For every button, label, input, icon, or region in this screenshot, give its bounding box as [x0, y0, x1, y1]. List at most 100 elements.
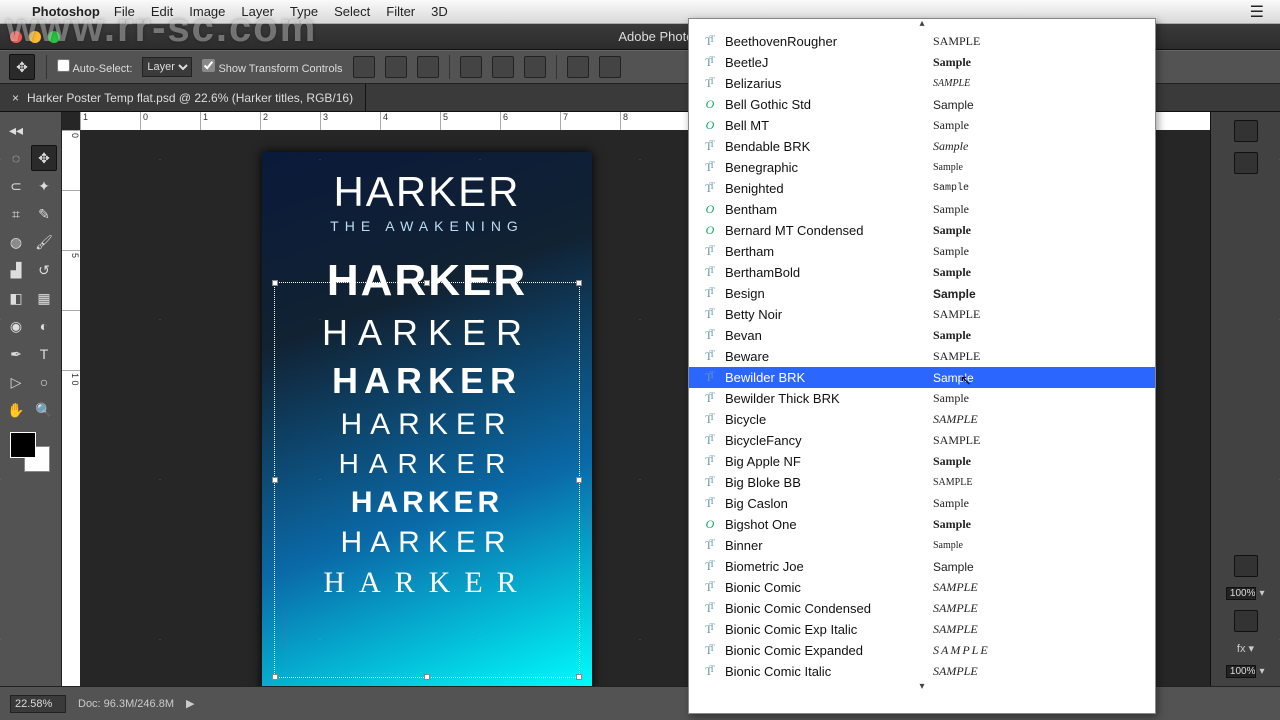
font-option[interactable]: BeetleJSample: [689, 52, 1155, 73]
brush-tool[interactable]: 🖌: [31, 229, 57, 255]
menu-icon[interactable]: ☰: [1250, 2, 1264, 22]
font-option[interactable]: BeethovenRougherSAMPLE: [689, 31, 1155, 52]
healing-brush-tool[interactable]: ◍: [3, 229, 29, 255]
font-family-dropdown[interactable]: ▴ BeethovenRougherSAMPLEBeetleJSampleBel…: [688, 18, 1156, 714]
font-option[interactable]: Bionic Comic CondensedSAMPLE: [689, 598, 1155, 619]
font-option[interactable]: Biometric JoeSample: [689, 556, 1155, 577]
align-btn[interactable]: [353, 56, 375, 78]
zoom-tool[interactable]: 🔍: [31, 397, 57, 423]
dodge-tool[interactable]: ◐: [31, 313, 57, 339]
font-option[interactable]: BesignSample: [689, 283, 1155, 304]
crop-tool[interactable]: ⌗: [3, 201, 29, 227]
menu-select[interactable]: Select: [334, 4, 370, 19]
menu-edit[interactable]: Edit: [151, 4, 173, 19]
fx-label[interactable]: fx ▾: [1237, 642, 1254, 655]
path-selection-tool[interactable]: ▷: [3, 369, 29, 395]
panel-icon[interactable]: [1234, 555, 1258, 577]
panel-icon[interactable]: [1234, 120, 1258, 142]
font-sample: SAMPLE: [933, 412, 1141, 427]
scroll-up-icon[interactable]: ▴: [689, 19, 1155, 31]
font-option[interactable]: BerthamBoldSample: [689, 262, 1155, 283]
history-brush-tool[interactable]: ↺: [31, 257, 57, 283]
truetype-icon: [703, 454, 717, 469]
font-option[interactable]: Bendable BRKSample: [689, 136, 1155, 157]
font-option[interactable]: Big CaslonSample: [689, 493, 1155, 514]
blur-tool[interactable]: ◉: [3, 313, 29, 339]
font-option[interactable]: Betty NoirSAMPLE: [689, 304, 1155, 325]
font-option[interactable]: Big Apple NFSample: [689, 451, 1155, 472]
app-name[interactable]: Photoshop: [32, 4, 100, 19]
font-option[interactable]: BicycleFancySAMPLE: [689, 430, 1155, 451]
status-arrow-icon[interactable]: ▶: [186, 697, 194, 710]
close-window-button[interactable]: [10, 31, 22, 43]
font-option[interactable]: OBenthamSample: [689, 199, 1155, 220]
toolbox-collapse-icon[interactable]: ◂◂: [3, 117, 29, 143]
magic-wand-tool[interactable]: ✦: [31, 173, 57, 199]
color-swatches[interactable]: [10, 432, 50, 472]
align-btn[interactable]: [460, 56, 482, 78]
move-tool[interactable]: ✥: [31, 145, 57, 171]
pen-tool[interactable]: ✒: [3, 341, 29, 367]
align-btn[interactable]: [492, 56, 514, 78]
lasso-tool[interactable]: ⊂: [3, 173, 29, 199]
font-option[interactable]: BevanSample: [689, 325, 1155, 346]
font-name: Bionic Comic Condensed: [725, 601, 925, 616]
eraser-tool[interactable]: ◧: [3, 285, 29, 311]
document-tab[interactable]: × Harker Poster Temp flat.psd @ 22.6% (H…: [0, 84, 366, 111]
marquee-tool[interactable]: ◌: [3, 145, 29, 171]
menu-image[interactable]: Image: [189, 4, 225, 19]
font-option[interactable]: OBigshot OneSample: [689, 514, 1155, 535]
align-btn[interactable]: [385, 56, 407, 78]
zoom-field[interactable]: 22.58%: [10, 695, 66, 713]
auto-select-checkbox[interactable]: Auto-Select:: [57, 59, 132, 75]
font-option[interactable]: BewareSAMPLE: [689, 346, 1155, 367]
menu-layer[interactable]: Layer: [241, 4, 274, 19]
minimize-window-button[interactable]: [29, 31, 41, 43]
font-option[interactable]: BicycleSAMPLE: [689, 409, 1155, 430]
distribute-btn[interactable]: [567, 56, 589, 78]
font-option[interactable]: BenightedSample: [689, 178, 1155, 199]
font-option[interactable]: OBell Gothic StdSample: [689, 94, 1155, 115]
font-option[interactable]: OBernard MT CondensedSample: [689, 220, 1155, 241]
font-option[interactable]: OBell MTSample: [689, 115, 1155, 136]
scroll-down-icon[interactable]: ▾: [689, 682, 1155, 694]
auto-select-dropdown[interactable]: Layer: [142, 57, 192, 77]
font-option[interactable]: Bewilder Thick BRKSample: [689, 388, 1155, 409]
font-option[interactable]: Bewilder BRKSample: [689, 367, 1155, 388]
transform-selection[interactable]: [274, 282, 580, 678]
font-option[interactable]: BenegraphicSample: [689, 157, 1155, 178]
opacity-input[interactable]: [1226, 587, 1256, 600]
menu-file[interactable]: File: [114, 4, 135, 19]
align-btn[interactable]: [524, 56, 546, 78]
menu-filter[interactable]: Filter: [386, 4, 415, 19]
menu-type[interactable]: Type: [290, 4, 318, 19]
type-tool[interactable]: T: [31, 341, 57, 367]
poster-canvas[interactable]: HARKER THE AWAKENING HARKERHARKERHARKERH…: [262, 152, 592, 686]
font-option[interactable]: BelizariusSAMPLE: [689, 73, 1155, 94]
font-option[interactable]: BerthamSample: [689, 241, 1155, 262]
panel-icon[interactable]: [1234, 152, 1258, 174]
font-option[interactable]: Bionic Comic Exp ItalicSAMPLE: [689, 619, 1155, 640]
font-option[interactable]: Bionic ComicSAMPLE: [689, 577, 1155, 598]
font-option[interactable]: BinnerSample: [689, 535, 1155, 556]
foreground-color-swatch[interactable]: [10, 432, 36, 458]
font-name: Bevan: [725, 328, 925, 343]
font-option[interactable]: Big Bloke BBSAMPLE: [689, 472, 1155, 493]
font-option[interactable]: Bionic Comic ExpandedSAMPLE: [689, 640, 1155, 661]
eyedropper-tool[interactable]: ✎: [31, 201, 57, 227]
vertical-ruler[interactable]: 051 0: [62, 130, 80, 686]
shape-tool[interactable]: ○: [31, 369, 57, 395]
show-transform-checkbox[interactable]: Show Transform Controls: [202, 59, 342, 75]
move-tool-indicator[interactable]: ✥: [9, 54, 35, 80]
gradient-tool[interactable]: ▦: [31, 285, 57, 311]
fill-input[interactable]: [1226, 665, 1256, 678]
font-option[interactable]: Bionic Comic ItalicSAMPLE: [689, 661, 1155, 682]
align-btn[interactable]: [417, 56, 439, 78]
distribute-btn[interactable]: [599, 56, 621, 78]
clone-stamp-tool[interactable]: ▟: [3, 257, 29, 283]
panel-icon[interactable]: [1234, 610, 1258, 632]
close-tab-icon[interactable]: ×: [12, 91, 19, 105]
menu-3d[interactable]: 3D: [431, 4, 448, 19]
zoom-window-button[interactable]: [48, 31, 60, 43]
hand-tool[interactable]: ✋: [3, 397, 29, 423]
